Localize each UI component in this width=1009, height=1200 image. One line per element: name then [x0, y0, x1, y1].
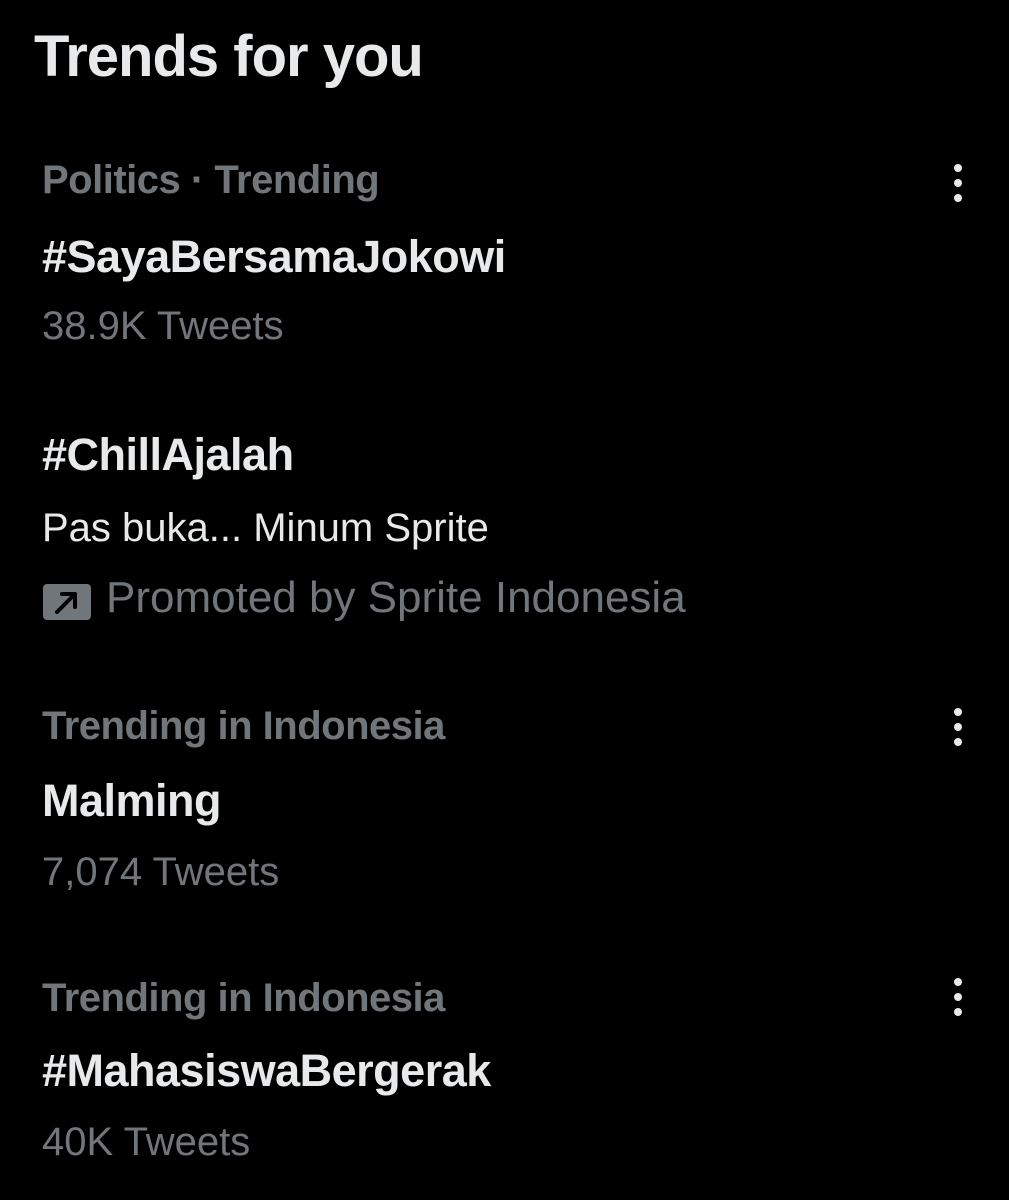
- trend-name: #SayaBersamaJokowi: [42, 231, 506, 282]
- trend-name: Malming: [42, 775, 222, 826]
- trend-item[interactable]: Politics · Trending #SayaBersamaJokowi 3…: [0, 156, 1009, 356]
- trend-tweet-count: 7,074 Tweets: [42, 850, 280, 894]
- trend-item[interactable]: Trending in Indonesia Malming 7,074 Twee…: [0, 702, 1009, 902]
- panel-title: Trends for you: [34, 24, 424, 89]
- more-options-button[interactable]: [938, 974, 978, 1020]
- trend-tweet-count: 38.9K Tweets: [42, 304, 284, 348]
- promoted-arrow-icon: [42, 580, 92, 620]
- trend-tweet-count: 40K Tweets: [42, 1120, 251, 1164]
- trend-item[interactable]: Trending in Indonesia #MahasiswaBergerak…: [0, 974, 1009, 1174]
- promoted-trend-item[interactable]: #ChillAjalah Pas buka... Minum Sprite Pr…: [0, 428, 1009, 628]
- promoted-label: Promoted by Sprite Indonesia: [42, 572, 686, 624]
- more-options-button[interactable]: [938, 160, 978, 206]
- trend-description: Pas buka... Minum Sprite: [42, 506, 489, 550]
- trend-name: #ChillAjalah: [42, 429, 294, 480]
- trend-context: Trending in Indonesia: [42, 976, 445, 1020]
- trends-panel: Trends for you Politics · Trending #Saya…: [0, 0, 1009, 1200]
- promoted-text: Promoted by Sprite Indonesia: [106, 573, 686, 622]
- trend-context: Trending in Indonesia: [42, 704, 445, 748]
- more-icon: [938, 160, 978, 206]
- more-icon: [938, 974, 978, 1020]
- more-icon: [938, 704, 978, 750]
- more-options-button[interactable]: [938, 704, 978, 750]
- trend-context: Politics · Trending: [42, 158, 380, 202]
- trend-name: #MahasiswaBergerak: [42, 1045, 491, 1096]
